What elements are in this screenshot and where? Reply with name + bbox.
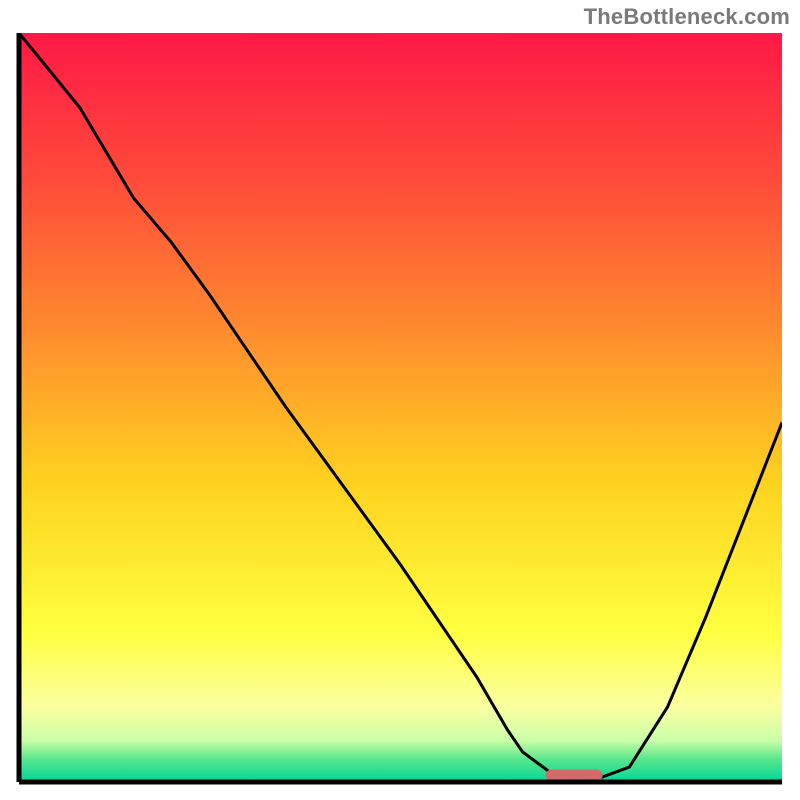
recommended-marker	[546, 770, 603, 781]
bottleneck-chart	[0, 0, 800, 800]
chart-container: TheBottleneck.com	[0, 0, 800, 800]
plot-background	[19, 33, 782, 782]
